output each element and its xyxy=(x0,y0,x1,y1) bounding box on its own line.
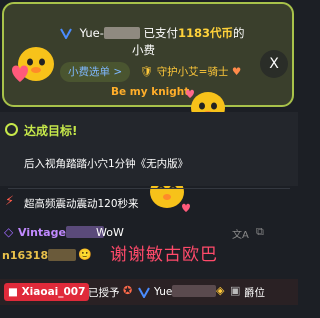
guard-text: 🛡 守护小艾=骑士 ♥ xyxy=(140,64,241,79)
lightning-icon: ⚡ xyxy=(5,194,15,209)
vibration-text: 超高频震动震动120秒来 xyxy=(24,198,139,210)
diamond-badge-icon: ◇ xyxy=(4,225,14,239)
v-badge-icon xyxy=(138,287,150,298)
v-badge-icon xyxy=(60,28,72,39)
guard-label: 守护小艾=骑士 xyxy=(156,66,229,78)
smiley-icon: 🙂 xyxy=(78,248,92,261)
camera-icon: ■ xyxy=(8,286,18,298)
close-button[interactable]: X xyxy=(260,50,288,78)
achievement-title: 达成目标! xyxy=(24,124,78,138)
vibration-row: ⚡ 超高频震动震动120秒来 xyxy=(0,190,298,216)
live-username-tag[interactable]: ■ Xiaoai_007 xyxy=(4,283,90,301)
chat-username[interactable]: Vintage xyxy=(18,226,104,239)
tip-line-1: Yue- 已支付1183代币的 xyxy=(60,25,245,41)
tip-suffix: 的 xyxy=(233,26,245,40)
knight-text: Be my knight xyxy=(111,86,190,98)
duck-heart-sticker xyxy=(12,47,54,82)
overlay-thanks-text: 谢谢敏古欧巴 xyxy=(110,245,218,265)
divider xyxy=(8,188,290,189)
tip-line-2: 小费 xyxy=(132,43,155,57)
tip-menu-chip[interactable]: 小费选单 > xyxy=(60,62,131,82)
grant-notification-bar: ■ Xiaoai_007 已授予 ✪ Yue ◈ ▣ 爵位 xyxy=(0,279,298,305)
live-username: Xiaoai_007 xyxy=(21,286,86,298)
rank-icon: ▣ xyxy=(230,284,241,297)
achievement-icon xyxy=(5,123,18,136)
copy-icon[interactable]: ⧉ xyxy=(256,225,264,239)
username-blur xyxy=(103,27,140,39)
grant-action: 已授予 xyxy=(88,287,120,299)
guard-icon: 🛡 xyxy=(140,66,154,78)
tip-username[interactable]: Yue- xyxy=(80,26,104,40)
heart-icon: ♥ xyxy=(231,66,242,78)
translate-icon[interactable]: 文A xyxy=(232,226,249,241)
achievement-description: 后入视角踏踏小穴1分钟《无内版》 xyxy=(24,158,189,170)
shield-icon: ◈ xyxy=(216,284,225,297)
tip-action: 已支付 xyxy=(143,26,179,40)
achievement-block: 达成目标! 后入视角踏踏小穴1分钟《无内版》 xyxy=(0,112,298,186)
chat-username[interactable]: n16318 xyxy=(2,249,77,262)
grant-target[interactable]: Yue xyxy=(154,285,217,298)
rank-label: 爵位 xyxy=(244,287,265,299)
tip-amount: 1183代币 xyxy=(178,26,234,40)
star-badge-icon: ✪ xyxy=(123,284,133,297)
chat-message: WoW xyxy=(96,226,124,239)
